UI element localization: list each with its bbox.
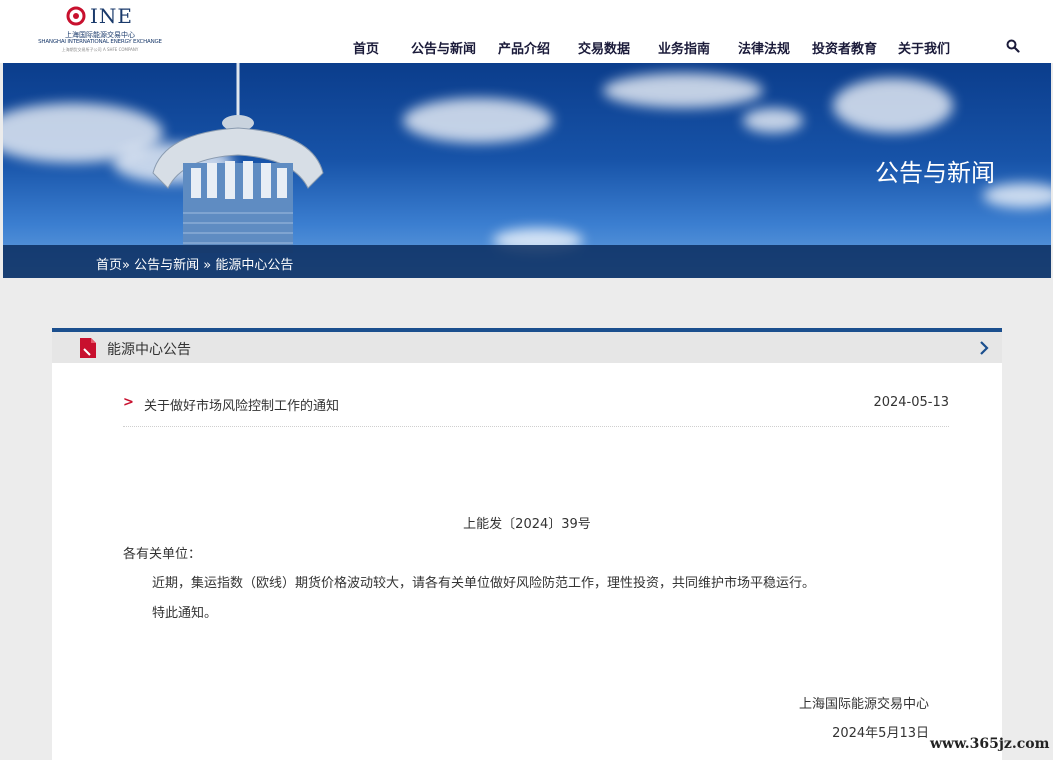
news-date: 2024-05-13 [873,395,949,410]
breadcrumb-bar: 首页» 公告与新闻 » 能源中心公告 [3,245,1051,278]
logo-name-en: SHANGHAI INTERNATIONAL ENERGY EXCHANGE [38,39,162,45]
nav-item-business-guide[interactable]: 业务指南 [658,38,710,57]
site-header: INE 上海国际能源交易中心 SHANGHAI INTERNATIONAL EN… [0,0,1053,63]
banner-title: 公告与新闻 [875,159,995,187]
news-bullet-icon: > [123,395,134,410]
tower-illustration [152,63,324,253]
breadcrumb-current[interactable]: 能源中心公告 [215,258,293,273]
news-list-item[interactable]: > 关于做好市场风险控制工作的通知 2024-05-13 [123,395,949,427]
ine-logo-mark-icon [66,6,86,26]
search-icon[interactable] [1006,39,1020,53]
ine-logo[interactable]: INE 上海国际能源交易中心 SHANGHAI INTERNATIONAL EN… [30,4,170,54]
article-body: 近期，集运指数（欧线）期货价格波动较大，请各有关单位做好风险防范工作，理性投资，… [152,576,816,591]
site-watermark: www.365jz.com [930,736,1050,752]
nav-item-home[interactable]: 首页 [353,38,379,57]
logo-subline: 上海期货交易所子公司 A SHFE COMPANY [61,47,139,52]
banner-cloud [833,78,953,133]
breadcrumb-section[interactable]: 公告与新闻 [134,258,199,273]
nav-item-about[interactable]: 关于我们 [898,38,950,57]
article-signer: 上海国际能源交易中心 [798,697,929,712]
document-icon [80,338,96,358]
nav-item-news[interactable]: 公告与新闻 [411,38,476,57]
document-number: 上能发〔2024〕39号 [463,517,591,532]
logo-wordmark: INE [90,4,133,28]
nav-item-investor-education[interactable]: 投资者教育 [812,38,877,57]
nav-item-laws[interactable]: 法律法规 [738,38,790,57]
breadcrumb-home[interactable]: 首页» [96,258,130,273]
banner-cloud [603,73,763,108]
breadcrumb: 首页» 公告与新闻 » 能源中心公告 [96,254,293,273]
news-title-link[interactable]: 关于做好市场风险控制工作的通知 [144,395,339,414]
banner-cloud [743,108,803,133]
banner-cloud [403,98,553,143]
article-sign-date: 2024年5月13日 [832,726,929,741]
chevron-right-icon[interactable] [978,340,990,356]
nav-item-trading-data[interactable]: 交易数据 [578,38,630,57]
nav-item-products[interactable]: 产品介绍 [498,38,550,57]
article-closing: 特此通知。 [152,606,218,621]
panel-header: 能源中心公告 [52,332,1002,363]
content-panel: 能源中心公告 > 关于做好市场风险控制工作的通知 2024-05-13 上能发〔… [52,328,1002,760]
page-banner: 公告与新闻 首页» 公告与新闻 » 能源中心公告 [3,63,1051,278]
panel-title: 能源中心公告 [107,342,191,358]
article-salutation: 各有关单位： [123,547,202,562]
breadcrumb-separator: » [203,258,212,273]
